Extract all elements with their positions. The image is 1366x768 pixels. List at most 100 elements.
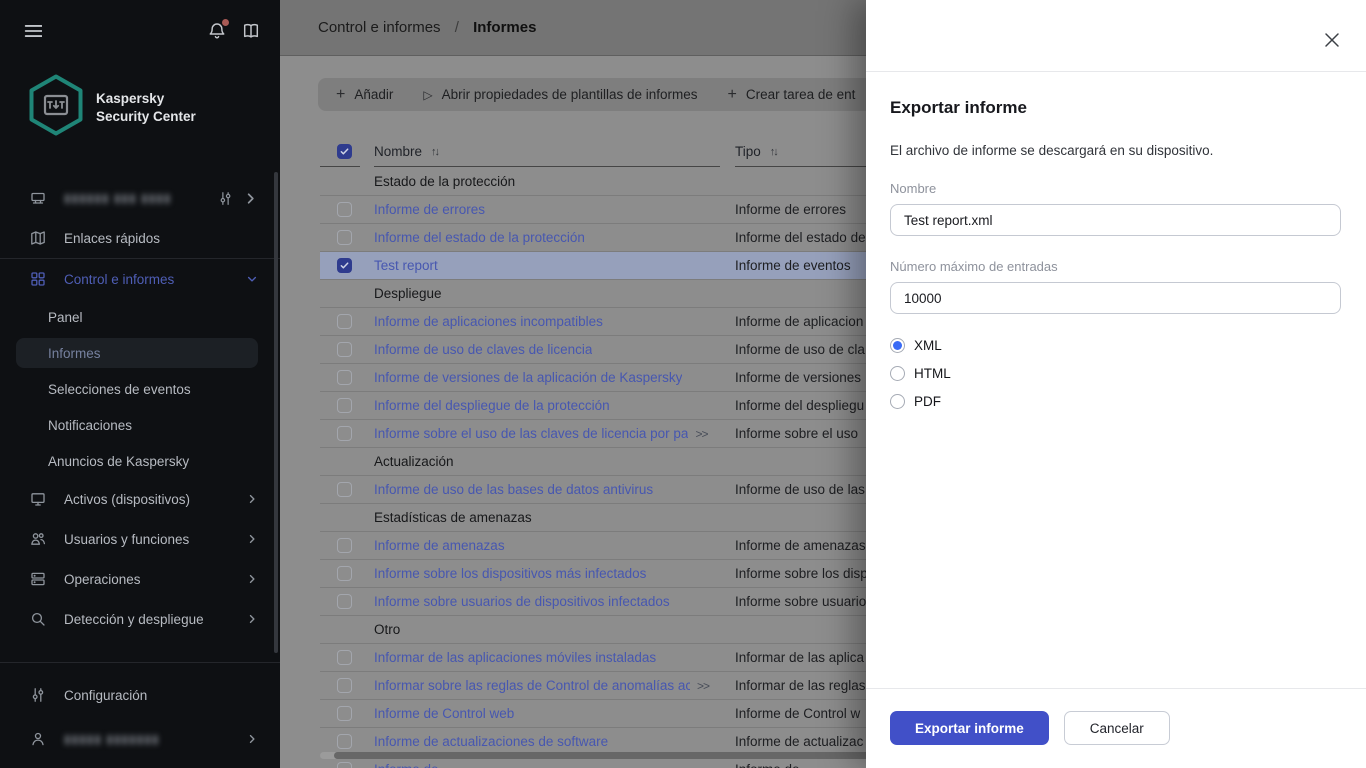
group-label: Estado de la protección — [374, 174, 516, 189]
format-option-xml[interactable]: XML — [890, 331, 1341, 359]
brand-line2: Security Center — [96, 108, 196, 124]
panel-footer: Exportar informe Cancelar — [890, 711, 1170, 745]
chevron-down-icon — [246, 273, 258, 285]
sidebar-item-notificaciones[interactable]: Notificaciones — [0, 407, 280, 443]
report-name-link[interactable]: Informe de errores — [374, 202, 485, 217]
row-checkbox[interactable] — [337, 314, 352, 329]
row-checkbox[interactable] — [337, 734, 352, 749]
row-checkbox[interactable] — [337, 398, 352, 413]
export-report-button[interactable]: Exportar informe — [890, 711, 1049, 745]
report-name-link[interactable]: Informe de versiones de la aplicación de… — [374, 370, 682, 385]
row-checkbox[interactable] — [337, 538, 352, 553]
name-field[interactable] — [890, 204, 1341, 236]
row-checkbox[interactable] — [337, 566, 352, 581]
report-name-link[interactable]: Informe del estado de la protección — [374, 230, 585, 245]
row-checkbox[interactable] — [337, 202, 352, 217]
row-checkbox[interactable] — [337, 258, 352, 273]
truncation-marker: >> — [695, 426, 708, 441]
column-header-nombre[interactable]: Nombre ↑↓ — [374, 137, 720, 167]
cell-nombre: Informe de Control web — [374, 700, 514, 727]
grid-icon — [30, 271, 46, 287]
close-icon[interactable] — [1324, 32, 1340, 48]
breadcrumb-parent[interactable]: Control e informes — [318, 19, 441, 36]
sidebar-item-activos-dispositivos[interactable]: Activos (dispositivos) — [0, 479, 280, 519]
row-checkbox[interactable] — [337, 594, 352, 609]
report-name-link[interactable]: Informe de aplicaciones incompatibles — [374, 314, 603, 329]
toolbar-button-1[interactable]: + Añadir — [336, 86, 393, 104]
report-name-link[interactable]: Test report — [374, 258, 438, 273]
sort-icon[interactable]: ↑↓ — [431, 146, 440, 158]
row-checkbox[interactable] — [337, 370, 352, 385]
cell-tipo: Informar de las aplica — [735, 650, 865, 665]
sidebar-item-detecci-n-y-despliegue[interactable]: Detección y despliegue — [0, 599, 280, 639]
report-name-link[interactable]: Informe de Control web — [374, 706, 514, 721]
row-checkbox[interactable] — [337, 342, 352, 357]
sidebar-item-anuncios-de-kaspersky[interactable]: Anuncios de Kaspersky — [0, 443, 280, 479]
cell-nombre: Actualización — [374, 448, 454, 475]
report-name-link[interactable]: Informe de uso de claves de licencia — [374, 342, 592, 357]
bell-icon[interactable] — [208, 19, 229, 40]
sidebar-item-label: Control e informes — [64, 271, 175, 287]
select-all-checkbox[interactable] — [337, 144, 352, 159]
report-name-link[interactable]: Informe sobre el uso de las claves de li… — [374, 426, 688, 441]
report-name-link[interactable]: Informe de actualizaciones de software — [374, 734, 608, 749]
radio-unselected-icon[interactable] — [890, 365, 905, 381]
row-checkbox[interactable] — [337, 482, 352, 497]
toolbar-button-2[interactable]: ▷ Abrir propiedades de plantillas de info… — [423, 87, 697, 102]
cell-tipo: Informe de errores — [735, 202, 847, 217]
radio-label: PDF — [914, 393, 941, 409]
report-name-link[interactable]: Informar sobre las reglas de Control de … — [374, 678, 690, 693]
row-checkbox[interactable] — [337, 678, 352, 693]
radio-selected-icon[interactable] — [890, 337, 905, 353]
sidebar-server-selector[interactable]: ▮▮▮▮▮▮ ▮▮▮ ▮▮▮▮ — [0, 180, 280, 216]
sidebar-item-operaciones[interactable]: Operaciones — [0, 559, 280, 599]
row-checkbox[interactable] — [337, 426, 352, 441]
sidebar: Kaspersky Security Center ▮▮▮▮▮▮ ▮▮▮ ▮▮▮… — [0, 0, 280, 768]
report-name-link[interactable]: Informe de uso de las bases de datos ant… — [374, 482, 653, 497]
row-checkbox[interactable] — [337, 706, 352, 721]
sidebar-scrollbar[interactable] — [274, 172, 278, 653]
sidebar-item-label: Detección y despliegue — [64, 611, 204, 627]
sidebar-item-label: ▮▮▮▮▮ ▮▮▮▮▮▮▮ — [64, 732, 160, 746]
sidebar-item-usuarios-y-funciones[interactable]: Usuarios y funciones — [0, 519, 280, 559]
reports-toolbar: + Añadir ▷ Abrir propiedades de plantillas … — [318, 78, 874, 111]
cell-tipo: Informe del estado de — [735, 230, 866, 245]
sidebar-item-informes[interactable]: Informes — [0, 335, 280, 371]
max-entries-field[interactable] — [890, 282, 1341, 314]
sidebar-item-control-e-informes[interactable]: Control e informes — [0, 259, 280, 299]
cell-tipo: Informe de amenazas — [735, 538, 866, 553]
cell-nombre: Informe sobre usuarios de dispositivos i… — [374, 588, 670, 615]
sidebar-item-configuraci-n[interactable]: Configuración — [0, 673, 280, 717]
report-name-link[interactable]: Informe del despliegue de la protección — [374, 398, 610, 413]
server-settings-icon[interactable] — [218, 191, 233, 206]
row-checkbox[interactable] — [337, 762, 352, 768]
cell-nombre: Informe de amenazas — [374, 532, 505, 559]
sidebar-item-enlaces-r-pidos[interactable]: Enlaces rápidos — [0, 218, 280, 258]
cancel-button[interactable]: Cancelar — [1063, 711, 1170, 745]
format-option-html[interactable]: HTML — [890, 359, 1341, 387]
cell-nombre: Informe de uso de las bases de datos ant… — [374, 476, 653, 503]
row-checkbox[interactable] — [337, 650, 352, 665]
sidebar-item-label: Usuarios y funciones — [64, 531, 190, 547]
toolbar-button-3[interactable]: + Crear tarea de ent — [728, 86, 856, 104]
sidebar-item-[interactable]: ▮▮▮▮▮ ▮▮▮▮▮▮▮ — [0, 717, 280, 761]
report-name-link[interactable]: Informar de las aplicaciones móviles ins… — [374, 650, 656, 665]
group-label: Despliegue — [374, 286, 442, 301]
sort-icon[interactable]: ↑↓ — [770, 146, 779, 158]
sidebar-item-selecciones-de-eventos[interactable]: Selecciones de eventos — [0, 371, 280, 407]
radio-unselected-icon[interactable] — [890, 393, 905, 409]
sidebar-item-panel[interactable]: Panel — [0, 299, 280, 335]
report-name-link[interactable]: Informe de amenazas — [374, 538, 505, 553]
book-icon[interactable] — [242, 22, 260, 40]
report-name-link[interactable]: Informe sobre usuarios de dispositivos i… — [374, 594, 670, 609]
report-name-link[interactable]: Informe sobre los dispositivos más infec… — [374, 566, 646, 581]
brand: Kaspersky Security Center — [28, 74, 196, 141]
menu-icon[interactable] — [24, 22, 42, 40]
server-chevron-right-icon[interactable] — [243, 191, 258, 206]
chevron-right-icon — [246, 493, 258, 505]
sidebar-item-label: Configuración — [64, 687, 148, 703]
row-checkbox[interactable] — [337, 230, 352, 245]
table-header-checkbox-cell — [320, 137, 360, 167]
report-name-link[interactable]: Informe de — [374, 762, 439, 768]
format-option-pdf[interactable]: PDF — [890, 387, 1341, 415]
